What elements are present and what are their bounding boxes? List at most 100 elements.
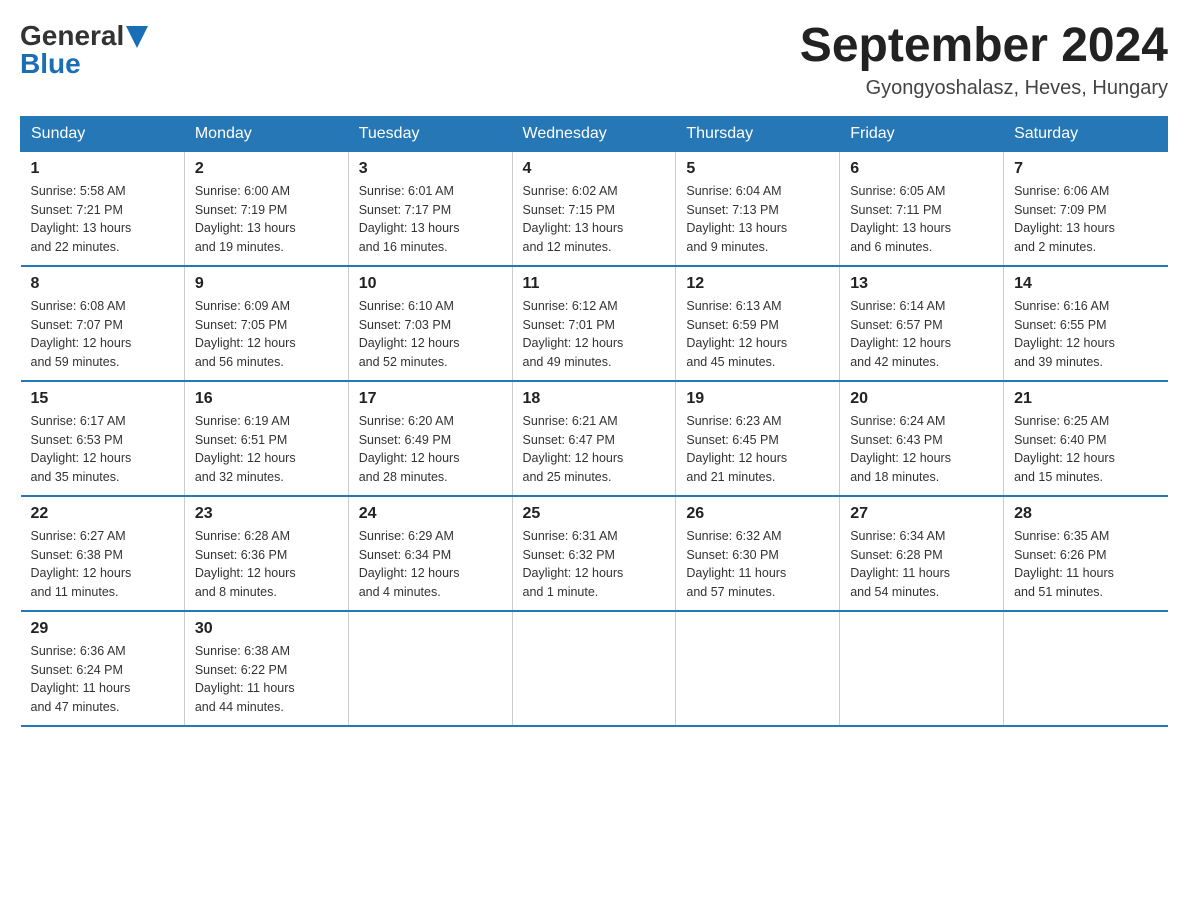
day-info: Sunrise: 6:25 AM Sunset: 6:40 PM Dayligh… xyxy=(1014,412,1157,487)
day-cell: 20 Sunrise: 6:24 AM Sunset: 6:43 PM Dayli… xyxy=(840,381,1004,496)
day-info: Sunrise: 6:10 AM Sunset: 7:03 PM Dayligh… xyxy=(359,297,502,372)
calendar-body: 1 Sunrise: 5:58 AM Sunset: 7:21 PM Daylig… xyxy=(21,151,1168,726)
day-info: Sunrise: 6:16 AM Sunset: 6:55 PM Dayligh… xyxy=(1014,297,1157,372)
day-info: Sunrise: 6:21 AM Sunset: 6:47 PM Dayligh… xyxy=(523,412,666,487)
title-area: September 2024 Gyongyoshalasz, Heves, Hu… xyxy=(800,20,1168,100)
day-number: 15 xyxy=(31,390,174,408)
weekday-header-monday: Monday xyxy=(184,116,348,151)
day-number: 27 xyxy=(850,505,993,523)
weekday-header-row: SundayMondayTuesdayWednesdayThursdayFrid… xyxy=(21,116,1168,151)
weekday-header-friday: Friday xyxy=(840,116,1004,151)
day-info: Sunrise: 6:34 AM Sunset: 6:28 PM Dayligh… xyxy=(850,527,993,602)
day-info: Sunrise: 6:19 AM Sunset: 6:51 PM Dayligh… xyxy=(195,412,338,487)
day-number: 4 xyxy=(523,160,666,178)
day-info: Sunrise: 6:24 AM Sunset: 6:43 PM Dayligh… xyxy=(850,412,993,487)
day-cell: 25 Sunrise: 6:31 AM Sunset: 6:32 PM Dayli… xyxy=(512,496,676,611)
day-info: Sunrise: 6:35 AM Sunset: 6:26 PM Dayligh… xyxy=(1014,527,1157,602)
day-number: 25 xyxy=(523,505,666,523)
day-info: Sunrise: 6:00 AM Sunset: 7:19 PM Dayligh… xyxy=(195,182,338,257)
weekday-header-thursday: Thursday xyxy=(676,116,840,151)
day-info: Sunrise: 6:23 AM Sunset: 6:45 PM Dayligh… xyxy=(686,412,829,487)
weekday-header-saturday: Saturday xyxy=(1004,116,1168,151)
day-info: Sunrise: 6:31 AM Sunset: 6:32 PM Dayligh… xyxy=(523,527,666,602)
day-info: Sunrise: 5:58 AM Sunset: 7:21 PM Dayligh… xyxy=(31,182,174,257)
logo: General Blue xyxy=(20,20,148,80)
day-cell xyxy=(1004,611,1168,726)
day-number: 30 xyxy=(195,620,338,638)
day-cell: 18 Sunrise: 6:21 AM Sunset: 6:47 PM Dayli… xyxy=(512,381,676,496)
day-info: Sunrise: 6:13 AM Sunset: 6:59 PM Dayligh… xyxy=(686,297,829,372)
calendar-subtitle: Gyongyoshalasz, Heves, Hungary xyxy=(800,77,1168,100)
day-info: Sunrise: 6:02 AM Sunset: 7:15 PM Dayligh… xyxy=(523,182,666,257)
weekday-header-sunday: Sunday xyxy=(21,116,185,151)
day-number: 10 xyxy=(359,275,502,293)
weekday-header-tuesday: Tuesday xyxy=(348,116,512,151)
day-number: 19 xyxy=(686,390,829,408)
day-number: 11 xyxy=(523,275,666,293)
day-cell: 2 Sunrise: 6:00 AM Sunset: 7:19 PM Daylig… xyxy=(184,151,348,266)
day-number: 9 xyxy=(195,275,338,293)
day-cell: 6Sunrise: 6:05 AM Sunset: 7:11 PM Daylig… xyxy=(840,151,1004,266)
day-info: Sunrise: 6:09 AM Sunset: 7:05 PM Dayligh… xyxy=(195,297,338,372)
day-info: Sunrise: 6:36 AM Sunset: 6:24 PM Dayligh… xyxy=(31,642,174,717)
week-row-4: 22Sunrise: 6:27 AM Sunset: 6:38 PM Dayli… xyxy=(21,496,1168,611)
day-number: 18 xyxy=(523,390,666,408)
day-cell: 15 Sunrise: 6:17 AM Sunset: 6:53 PM Dayli… xyxy=(21,381,185,496)
day-info: Sunrise: 6:29 AM Sunset: 6:34 PM Dayligh… xyxy=(359,527,502,602)
day-cell xyxy=(348,611,512,726)
day-cell: 14Sunrise: 6:16 AM Sunset: 6:55 PM Dayli… xyxy=(1004,266,1168,381)
day-number: 13 xyxy=(850,275,993,293)
day-cell: 28 Sunrise: 6:35 AM Sunset: 6:26 PM Dayli… xyxy=(1004,496,1168,611)
weekday-header-wednesday: Wednesday xyxy=(512,116,676,151)
day-number: 24 xyxy=(359,505,502,523)
week-row-3: 15 Sunrise: 6:17 AM Sunset: 6:53 PM Dayli… xyxy=(21,381,1168,496)
day-number: 7 xyxy=(1014,160,1157,178)
calendar-header: SundayMondayTuesdayWednesdayThursdayFrid… xyxy=(21,116,1168,151)
day-cell xyxy=(840,611,1004,726)
day-number: 1 xyxy=(31,160,174,178)
day-number: 20 xyxy=(850,390,993,408)
day-info: Sunrise: 6:28 AM Sunset: 6:36 PM Dayligh… xyxy=(195,527,338,602)
day-number: 8 xyxy=(31,275,174,293)
header: General Blue September 2024 Gyongyoshala… xyxy=(20,20,1168,100)
day-cell: 26 Sunrise: 6:32 AM Sunset: 6:30 PM Dayli… xyxy=(676,496,840,611)
day-cell: 29Sunrise: 6:36 AM Sunset: 6:24 PM Dayli… xyxy=(21,611,185,726)
day-cell: 17Sunrise: 6:20 AM Sunset: 6:49 PM Dayli… xyxy=(348,381,512,496)
day-cell: 10 Sunrise: 6:10 AM Sunset: 7:03 PM Dayli… xyxy=(348,266,512,381)
day-cell: 19 Sunrise: 6:23 AM Sunset: 6:45 PM Dayli… xyxy=(676,381,840,496)
day-info: Sunrise: 6:08 AM Sunset: 7:07 PM Dayligh… xyxy=(31,297,174,372)
week-row-2: 8 Sunrise: 6:08 AM Sunset: 7:07 PM Daylig… xyxy=(21,266,1168,381)
day-info: Sunrise: 6:32 AM Sunset: 6:30 PM Dayligh… xyxy=(686,527,829,602)
day-cell: 3 Sunrise: 6:01 AM Sunset: 7:17 PM Daylig… xyxy=(348,151,512,266)
day-number: 26 xyxy=(686,505,829,523)
day-number: 3 xyxy=(359,160,502,178)
day-info: Sunrise: 6:04 AM Sunset: 7:13 PM Dayligh… xyxy=(686,182,829,257)
day-cell: 16 Sunrise: 6:19 AM Sunset: 6:51 PM Dayli… xyxy=(184,381,348,496)
week-row-5: 29Sunrise: 6:36 AM Sunset: 6:24 PM Dayli… xyxy=(21,611,1168,726)
logo-blue-text: Blue xyxy=(20,48,81,80)
day-cell: 13Sunrise: 6:14 AM Sunset: 6:57 PM Dayli… xyxy=(840,266,1004,381)
day-cell: 12 Sunrise: 6:13 AM Sunset: 6:59 PM Dayli… xyxy=(676,266,840,381)
day-cell: 23 Sunrise: 6:28 AM Sunset: 6:36 PM Dayli… xyxy=(184,496,348,611)
day-cell: 9 Sunrise: 6:09 AM Sunset: 7:05 PM Daylig… xyxy=(184,266,348,381)
day-number: 22 xyxy=(31,505,174,523)
day-cell: 5 Sunrise: 6:04 AM Sunset: 7:13 PM Daylig… xyxy=(676,151,840,266)
day-info: Sunrise: 6:12 AM Sunset: 7:01 PM Dayligh… xyxy=(523,297,666,372)
day-info: Sunrise: 6:06 AM Sunset: 7:09 PM Dayligh… xyxy=(1014,182,1157,257)
day-number: 5 xyxy=(686,160,829,178)
day-number: 23 xyxy=(195,505,338,523)
day-number: 28 xyxy=(1014,505,1157,523)
day-number: 2 xyxy=(195,160,338,178)
day-info: Sunrise: 6:38 AM Sunset: 6:22 PM Dayligh… xyxy=(195,642,338,717)
day-cell: 21 Sunrise: 6:25 AM Sunset: 6:40 PM Dayli… xyxy=(1004,381,1168,496)
day-info: Sunrise: 6:01 AM Sunset: 7:17 PM Dayligh… xyxy=(359,182,502,257)
day-cell xyxy=(676,611,840,726)
day-cell: 1 Sunrise: 5:58 AM Sunset: 7:21 PM Daylig… xyxy=(21,151,185,266)
week-row-1: 1 Sunrise: 5:58 AM Sunset: 7:21 PM Daylig… xyxy=(21,151,1168,266)
day-number: 12 xyxy=(686,275,829,293)
day-cell: 7 Sunrise: 6:06 AM Sunset: 7:09 PM Daylig… xyxy=(1004,151,1168,266)
day-number: 21 xyxy=(1014,390,1157,408)
day-info: Sunrise: 6:17 AM Sunset: 6:53 PM Dayligh… xyxy=(31,412,174,487)
day-cell: 27 Sunrise: 6:34 AM Sunset: 6:28 PM Dayli… xyxy=(840,496,1004,611)
day-number: 16 xyxy=(195,390,338,408)
